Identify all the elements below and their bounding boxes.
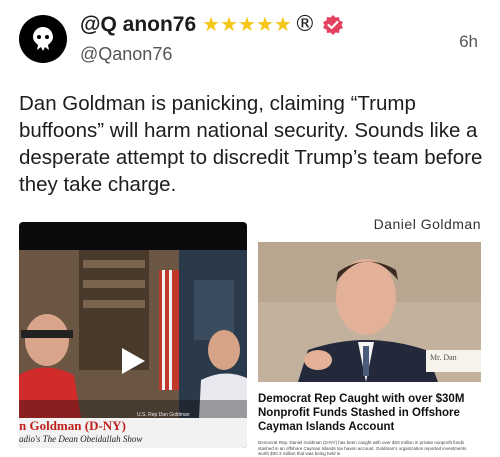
avatar-logo-icon xyxy=(33,27,53,51)
video-caption-bar: n Goldman (D-NY) adio's The Dean Obeidal… xyxy=(19,418,247,448)
verified-badge-icon xyxy=(322,14,343,35)
video-thumbnail[interactable]: U.S. Rep Dan Goldman n Goldman (D-NY) ad… xyxy=(19,222,247,448)
star-icon: ★ xyxy=(238,13,256,36)
post-time: 6h xyxy=(459,32,478,51)
article-headline[interactable]: Democrat Rep Caught with over $30M Nonpr… xyxy=(258,392,478,434)
video-still: U.S. Rep Dan Goldman xyxy=(19,250,247,418)
star-icon: ★ xyxy=(255,13,274,36)
post-body: Dan Goldman is panicking, claiming “Trum… xyxy=(19,92,483,196)
video-caption-subtitle: adio's The Dean Obeidallah Show xyxy=(19,434,143,444)
article-top-label: Daniel Goldman xyxy=(373,216,481,232)
star-icon: ★ xyxy=(220,13,239,36)
nameplate-text: Mr. Dan xyxy=(430,353,457,362)
article-photo: Mr. Dan xyxy=(258,242,481,382)
star-icon: ★ xyxy=(273,13,292,36)
star-icon: ★ xyxy=(202,13,221,36)
user-handle[interactable]: @Qanon76 xyxy=(80,44,172,65)
rating-stars: ★ ★ ★ ★ ★ xyxy=(202,15,292,35)
article-fine-print: Democrat Rep. Daniel Goldman (D-NY) has … xyxy=(258,440,467,456)
name-row: @Q anon76 ★ ★ ★ ★ ★ ® xyxy=(80,12,344,37)
avatar[interactable] xyxy=(19,15,67,63)
display-name[interactable]: @Q anon76 xyxy=(80,13,196,37)
registered-icon: ® xyxy=(293,12,316,37)
article-preview[interactable]: Daniel Goldman Mr. Dan Democrat Rep Caug… xyxy=(255,214,481,456)
play-icon[interactable] xyxy=(119,346,147,376)
video-scene-art xyxy=(19,250,247,418)
video-caption-title: n Goldman (D-NY) xyxy=(19,418,126,433)
